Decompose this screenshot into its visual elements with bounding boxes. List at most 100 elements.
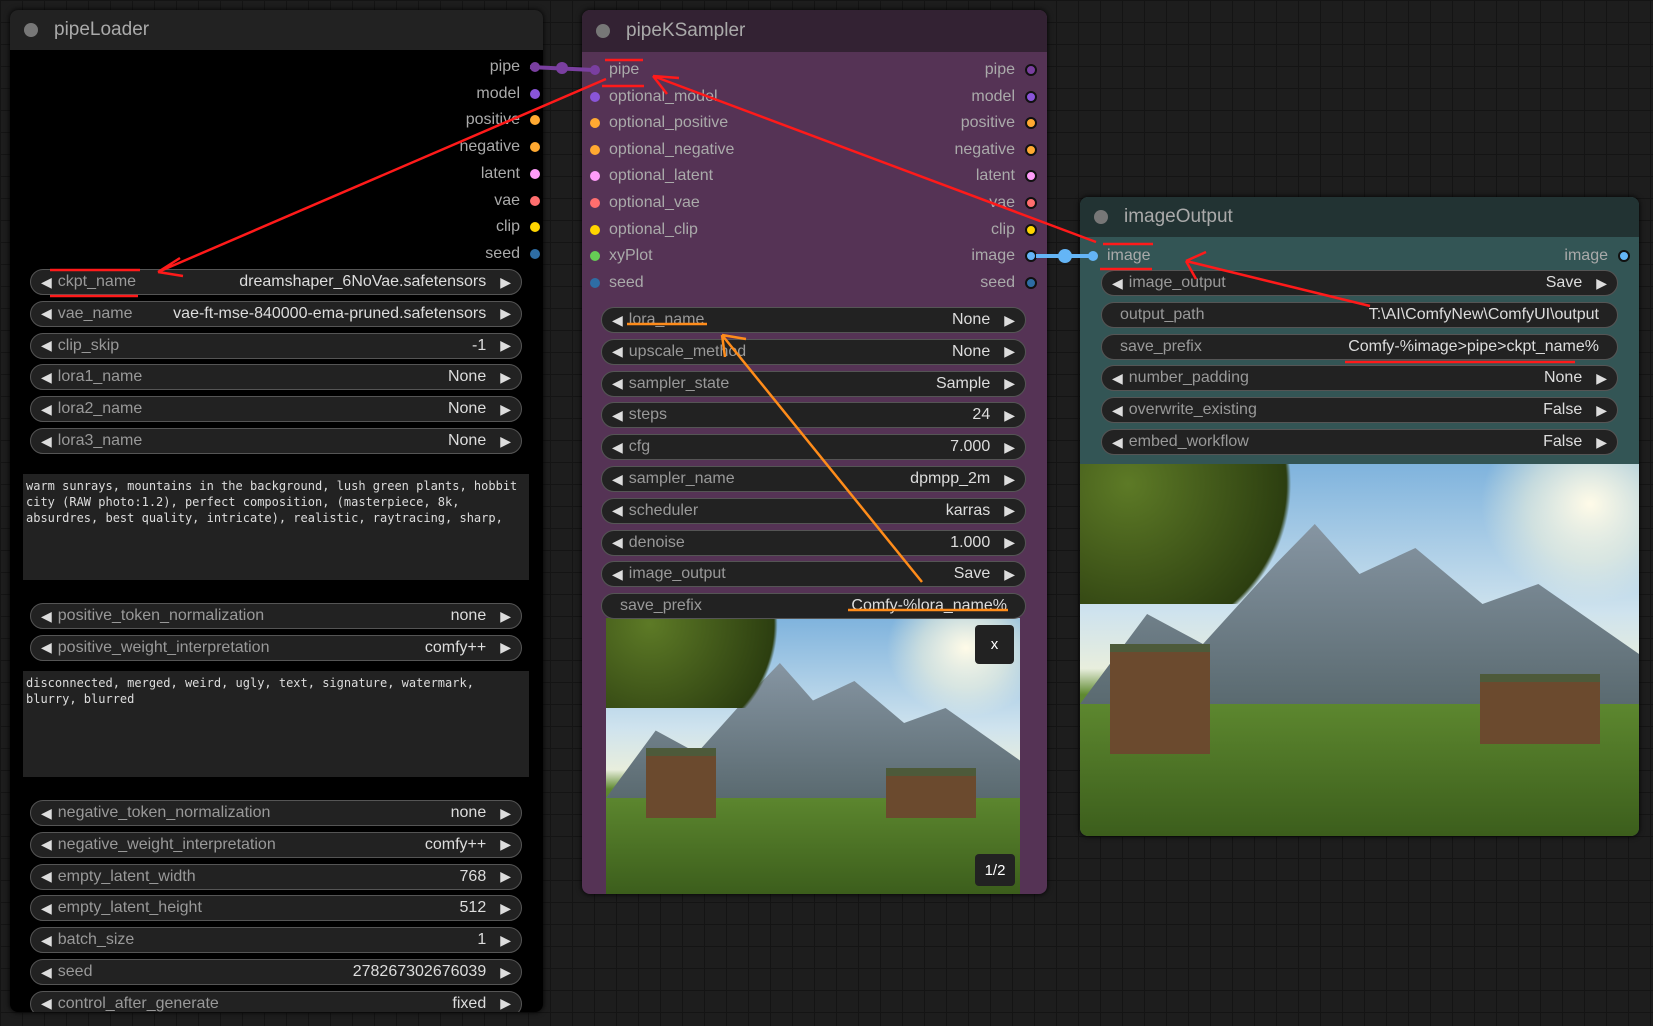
arrow-right-icon[interactable]: ▶ <box>500 868 511 885</box>
arrow-right-icon[interactable]: ▶ <box>500 369 511 386</box>
arrow-left-icon[interactable]: ◀ <box>41 900 52 917</box>
slot-dot-icon[interactable] <box>530 142 540 153</box>
input-slot[interactable]: pipe <box>590 60 790 80</box>
arrow-left-icon[interactable]: ◀ <box>41 995 52 1012</box>
slot-dot-icon[interactable] <box>530 248 540 259</box>
output-slot[interactable]: clip <box>822 220 1037 240</box>
arrow-left-icon[interactable]: ◀ <box>41 369 52 386</box>
preview-image[interactable]: x 1/2 <box>606 618 1020 894</box>
output-slot[interactable]: seed <box>310 244 540 264</box>
slot-dot-icon[interactable] <box>530 115 540 126</box>
widget-text-input[interactable]: save_prefix Comfy-%image>pipe>ckpt_name% <box>1101 333 1618 360</box>
arrow-left-icon[interactable]: ◀ <box>41 608 52 625</box>
arrow-left-icon[interactable]: ◀ <box>41 305 52 322</box>
arrow-left-icon[interactable]: ◀ <box>41 433 52 450</box>
arrow-left-icon[interactable]: ◀ <box>612 343 623 360</box>
node-pipeloader[interactable]: pipeLoader pipe model positive negative late… <box>10 10 543 1012</box>
input-slot[interactable]: optional_positive <box>590 113 790 133</box>
output-slot[interactable]: positive <box>822 113 1037 133</box>
arrow-left-icon[interactable]: ◀ <box>41 337 52 354</box>
output-slot[interactable]: model <box>822 87 1037 107</box>
arrow-right-icon[interactable]: ▶ <box>1596 370 1607 387</box>
arrow-left-icon[interactable]: ◀ <box>41 805 52 822</box>
slot-dot-icon[interactable] <box>1025 143 1037 156</box>
slot-dot-icon[interactable] <box>590 118 600 129</box>
output-slot[interactable]: pipe <box>310 57 540 77</box>
arrow-right-icon[interactable]: ▶ <box>1004 439 1015 456</box>
slot-dot-icon[interactable] <box>1618 250 1630 262</box>
arrow-right-icon[interactable]: ▶ <box>500 337 511 354</box>
arrow-left-icon[interactable]: ◀ <box>612 566 623 583</box>
output-slot[interactable]: image <box>822 246 1037 266</box>
slot-dot-icon[interactable] <box>590 198 600 208</box>
widget-combo[interactable]: ◀ sampler_name dpmpp_2m ▶ <box>601 466 1026 492</box>
output-slot[interactable]: clip <box>310 217 540 237</box>
input-slot[interactable]: optional_negative <box>590 140 790 160</box>
collapse-dot-icon[interactable] <box>24 23 38 37</box>
close-preview-button[interactable]: x <box>975 625 1014 664</box>
input-slot[interactable]: optional_vae <box>590 193 790 213</box>
input-slot[interactable]: optional_clip <box>590 220 790 240</box>
node-title-bar[interactable]: pipeLoader <box>10 10 543 50</box>
widget-combo[interactable]: ◀ image_output Save ▶ <box>1101 270 1618 296</box>
arrow-right-icon[interactable]: ▶ <box>500 639 511 656</box>
widget-combo[interactable]: ◀ vae_name vae-ft-mse-840000-ema-pruned.sa… <box>30 300 522 327</box>
arrow-right-icon[interactable]: ▶ <box>500 401 511 418</box>
widget-combo[interactable]: ◀ lora_name None ▶ <box>601 307 1026 333</box>
arrow-left-icon[interactable]: ◀ <box>41 932 52 949</box>
arrow-right-icon[interactable]: ▶ <box>1004 375 1015 392</box>
arrow-left-icon[interactable]: ◀ <box>41 401 52 418</box>
slot-dot-icon[interactable] <box>530 62 540 72</box>
arrow-right-icon[interactable]: ▶ <box>500 932 511 949</box>
input-slot[interactable]: seed <box>590 273 790 293</box>
output-image[interactable] <box>1080 464 1639 836</box>
slot-dot-icon[interactable] <box>590 224 600 235</box>
output-slot[interactable]: latent <box>310 164 540 184</box>
arrow-left-icon[interactable]: ◀ <box>612 502 623 519</box>
arrow-left-icon[interactable]: ◀ <box>612 312 623 329</box>
arrow-left-icon[interactable]: ◀ <box>1112 275 1123 292</box>
slot-dot-icon[interactable] <box>590 144 600 155</box>
widget-combo[interactable]: ◀ empty_latent_height 512 ▶ <box>30 895 522 922</box>
arrow-right-icon[interactable]: ▶ <box>1596 402 1607 419</box>
arrow-right-icon[interactable]: ▶ <box>1596 275 1607 292</box>
arrow-left-icon[interactable]: ◀ <box>612 407 623 424</box>
arrow-left-icon[interactable]: ◀ <box>41 639 52 656</box>
collapse-dot-icon[interactable] <box>1094 210 1108 224</box>
output-slot[interactable]: negative <box>822 140 1037 160</box>
arrow-right-icon[interactable]: ▶ <box>500 900 511 917</box>
slot-dot-icon[interactable] <box>590 91 600 102</box>
slot-dot-icon[interactable] <box>1025 250 1037 263</box>
negative-prompt-textarea[interactable]: disconnected, merged, weird, ugly, text,… <box>23 671 529 777</box>
output-slot[interactable]: model <box>310 84 540 104</box>
widget-combo[interactable]: ◀ batch_size 1 ▶ <box>30 927 522 954</box>
arrow-right-icon[interactable]: ▶ <box>1004 407 1015 424</box>
arrow-right-icon[interactable]: ▶ <box>1004 471 1015 488</box>
arrow-left-icon[interactable]: ◀ <box>612 471 623 488</box>
arrow-right-icon[interactable]: ▶ <box>500 805 511 822</box>
slot-dot-icon[interactable] <box>1025 276 1037 289</box>
arrow-left-icon[interactable]: ◀ <box>1112 370 1123 387</box>
output-slot[interactable]: latent <box>822 166 1037 186</box>
slot-dot-icon[interactable] <box>530 168 540 179</box>
arrow-right-icon[interactable]: ▶ <box>500 995 511 1012</box>
widget-combo[interactable]: ◀ control_after_generate fixed ▶ <box>30 990 522 1012</box>
arrow-right-icon[interactable]: ▶ <box>500 836 511 853</box>
slot-dot-icon[interactable] <box>590 171 600 182</box>
node-title-bar[interactable]: imageOutput <box>1080 197 1639 237</box>
output-slot[interactable]: image <box>1420 246 1630 266</box>
output-slot[interactable]: vae <box>310 191 540 211</box>
collapse-dot-icon[interactable] <box>596 24 610 38</box>
widget-combo[interactable]: ◀ sampler_state Sample ▶ <box>601 370 1026 397</box>
slot-dot-icon[interactable] <box>1088 251 1098 261</box>
widget-combo[interactable]: ◀ steps 24 ▶ <box>601 402 1026 429</box>
arrow-right-icon[interactable]: ▶ <box>1004 566 1015 583</box>
arrow-right-icon[interactable]: ▶ <box>500 964 511 981</box>
widget-combo[interactable]: ◀ upscale_method None ▶ <box>601 338 1026 365</box>
widget-combo[interactable]: ◀ number_padding None ▶ <box>1101 365 1618 392</box>
slot-dot-icon[interactable] <box>1025 90 1037 103</box>
widget-combo[interactable]: ◀ lora1_name None ▶ <box>30 364 522 391</box>
arrow-right-icon[interactable]: ▶ <box>1004 534 1015 551</box>
arrow-left-icon[interactable]: ◀ <box>612 439 623 456</box>
arrow-left-icon[interactable]: ◀ <box>41 836 52 853</box>
